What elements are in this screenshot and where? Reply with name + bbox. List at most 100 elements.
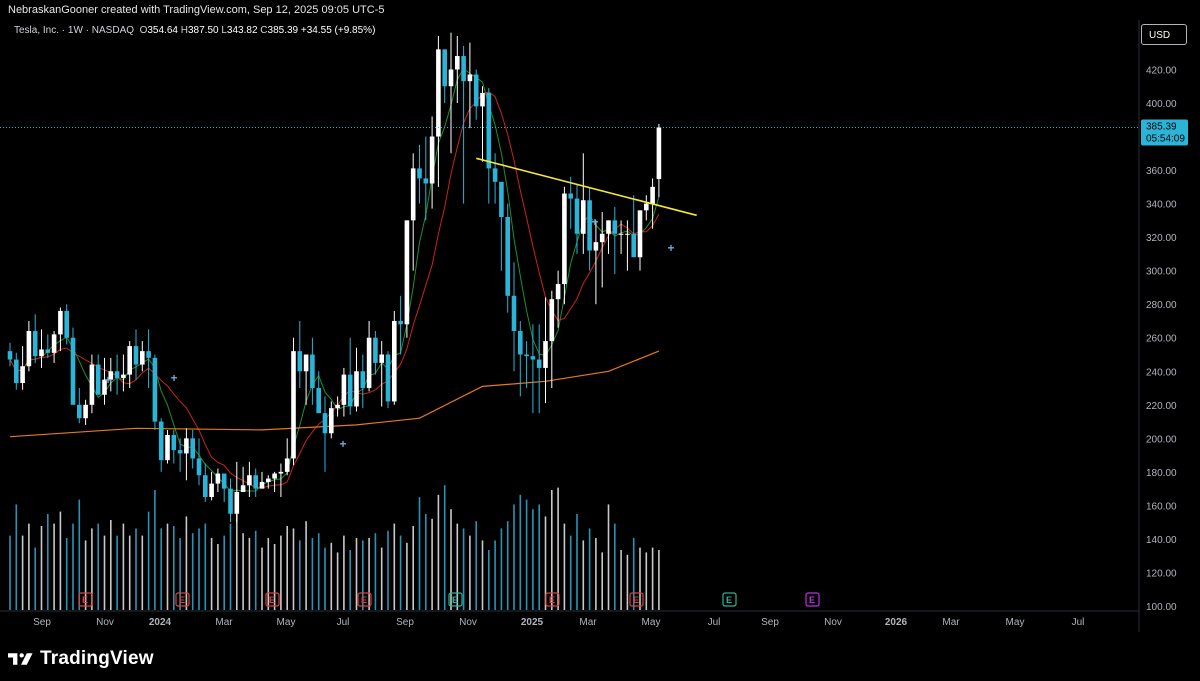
volume-bar (223, 535, 225, 610)
price-tick-label: 400.00 (1146, 99, 1177, 110)
candle-body (83, 404, 88, 419)
candle-body (240, 485, 246, 492)
volume-bar (380, 547, 383, 610)
volume-bar (519, 494, 522, 610)
volume-bar (494, 540, 496, 610)
volume-bar (311, 538, 314, 610)
candle-body (505, 217, 510, 296)
volume-bar (154, 490, 156, 610)
volume-bar (72, 523, 74, 610)
candle-body (203, 475, 208, 498)
candle-body (347, 374, 353, 407)
candle-body (442, 49, 447, 87)
volume-bar (317, 533, 320, 610)
high-label: H (180, 25, 188, 36)
candle-body (95, 364, 101, 395)
candle-body (14, 359, 19, 384)
volume-bar (15, 504, 18, 610)
volume-bar (620, 550, 622, 610)
candle-body (278, 471, 284, 474)
earnings-marker-letter: E (809, 595, 815, 605)
candle-body (530, 356, 536, 360)
candle-body (574, 198, 580, 234)
candle-body (612, 220, 618, 234)
volume-bar (431, 518, 433, 610)
time-tick-label: Jul (337, 617, 350, 628)
volume-bar (639, 547, 641, 610)
price-tick-label: 300.00 (1146, 267, 1177, 278)
volume-bar (47, 514, 49, 610)
volume-bar (173, 526, 175, 610)
candle-body (32, 331, 38, 357)
candle-body (184, 438, 189, 454)
candle-body (410, 168, 416, 221)
time-tick-label: Mar (579, 617, 597, 628)
candle-body (64, 310, 69, 338)
candle-body (335, 404, 340, 409)
time-tick-label: Nov (459, 617, 477, 628)
volume-bar (626, 554, 629, 610)
volume-bar (59, 511, 62, 610)
candle-body (26, 331, 32, 367)
currency-button[interactable]: USD (1141, 24, 1187, 45)
volume-bar (368, 538, 370, 610)
candle-body (51, 334, 57, 353)
symbol-legend[interactable]: Tesla, Inc. · 1W · NASDAQ O354.64 H387.5… (14, 25, 375, 36)
volume-bar (443, 485, 446, 610)
volume-bar (481, 540, 484, 610)
high-value: 387.50 (187, 25, 219, 36)
time-tick-label: Mar (215, 617, 233, 628)
volume-bar (324, 547, 326, 610)
candle-body (297, 351, 303, 372)
volume-bar (330, 542, 333, 610)
price-chart[interactable]: EEEEEEEEE+++++ 420.00400.00380.00360.003… (0, 0, 1200, 681)
volume-bar (9, 535, 11, 610)
candle-body (429, 136, 435, 184)
volume-bar (393, 523, 396, 610)
candle-body (259, 481, 265, 489)
volume-bar (614, 523, 616, 610)
candle-body (379, 354, 384, 363)
tradingview-logo[interactable]: TradingView (8, 644, 154, 674)
candle-body (606, 220, 611, 234)
candle-body (644, 203, 649, 211)
candle-body (656, 127, 662, 180)
volume-bar (261, 547, 263, 610)
candle-body (543, 341, 548, 368)
time-tick-label: Sep (396, 617, 414, 628)
candle-body (39, 349, 44, 357)
volume-bar (418, 497, 421, 610)
candle-body (291, 351, 296, 459)
volume-bar (532, 509, 534, 610)
candle-body (322, 413, 328, 434)
volume-bar (305, 521, 307, 610)
volume-bar (336, 552, 339, 610)
candle-body (165, 434, 170, 461)
candle-body (133, 346, 139, 365)
price-tick-label: 260.00 (1146, 334, 1177, 345)
candle-body (190, 438, 195, 459)
volume-bar (21, 535, 24, 610)
volume-bar (210, 538, 213, 610)
volume-bar (236, 514, 238, 610)
volume-bar (122, 523, 125, 610)
volume-bar (254, 530, 257, 610)
volume-bar (399, 535, 402, 610)
price-tick-label: 320.00 (1146, 233, 1177, 244)
volume-bar (538, 504, 540, 610)
candle-body (631, 233, 636, 258)
bar-countdown: 05:54:09 (1146, 133, 1185, 144)
candle-body (467, 74, 473, 82)
earnings-marker-letter: E (179, 595, 185, 605)
candle-body (284, 458, 290, 472)
price-tick-label: 140.00 (1146, 535, 1177, 546)
candle-body (392, 320, 397, 402)
time-tick-label: Jul (708, 617, 721, 628)
price-tick-label: 420.00 (1146, 65, 1177, 76)
split-marker: + (104, 373, 111, 387)
last-price-value: 385.39 (1146, 121, 1177, 132)
volume-bar (588, 528, 591, 610)
volume-bar (551, 490, 553, 610)
volume-bar (412, 526, 414, 610)
candle-body (637, 210, 643, 258)
